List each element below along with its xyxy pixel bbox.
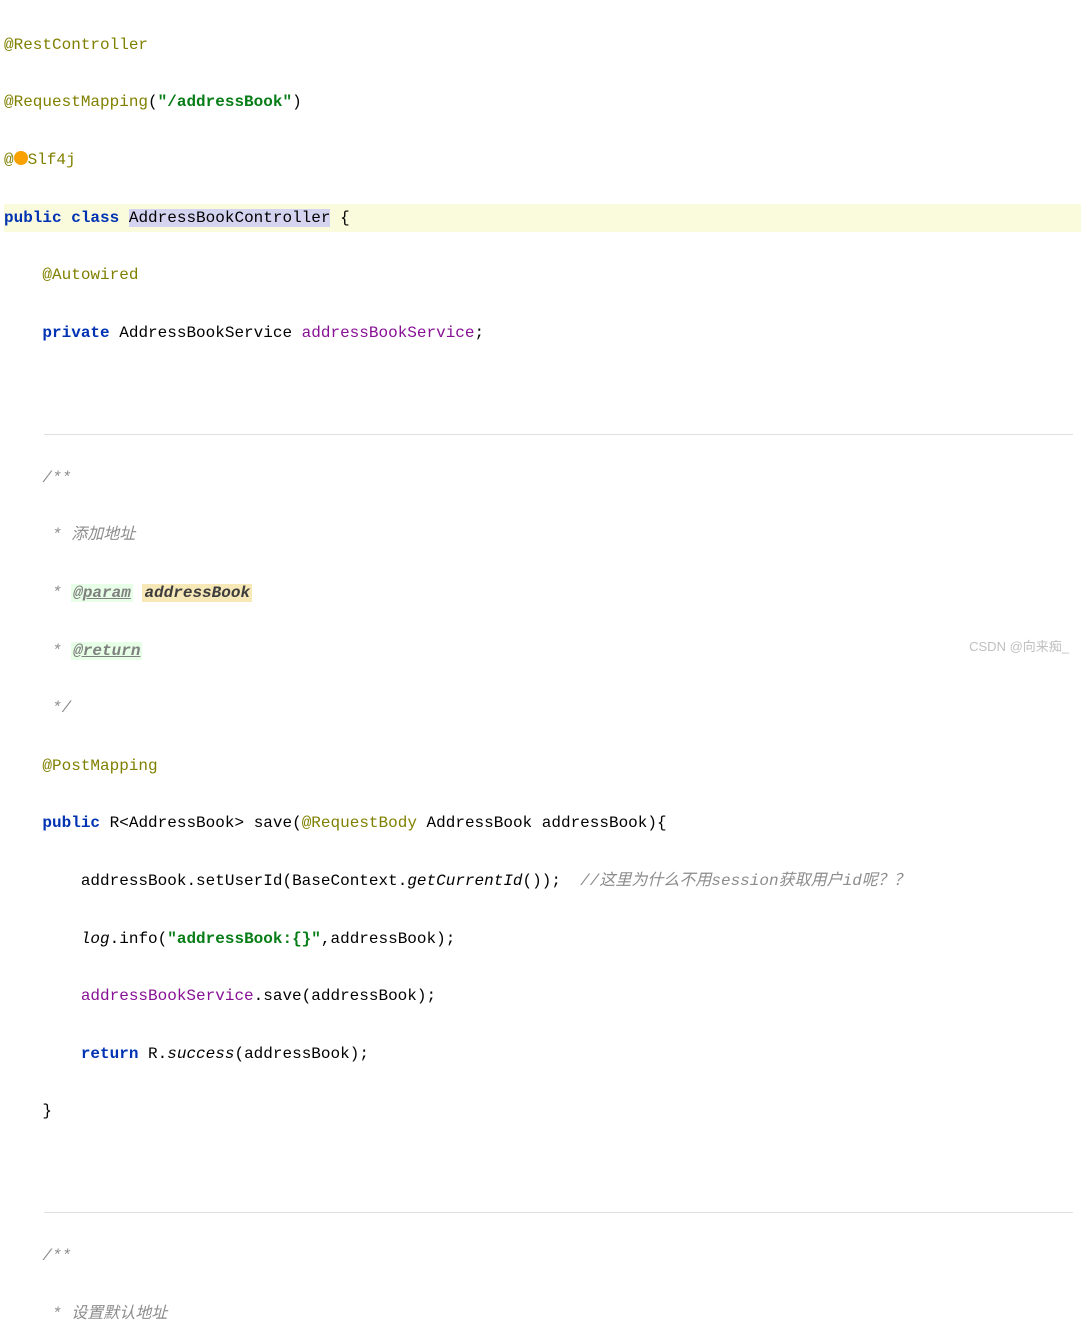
code-line: * @param addressBook bbox=[4, 579, 1081, 608]
code-line: addressBookService.save(addressBook); bbox=[4, 982, 1081, 1011]
static-method: getCurrentId bbox=[407, 872, 522, 890]
method-separator bbox=[44, 434, 1073, 435]
annotation-restcontroller: @RestController bbox=[4, 36, 148, 54]
code-line: public R<AddressBook> save(@RequestBody … bbox=[4, 809, 1081, 838]
warning-icon[interactable] bbox=[14, 151, 28, 165]
annotation-requestmapping: @RequestMapping bbox=[4, 93, 148, 111]
code-line: @Slf4j bbox=[4, 146, 1081, 175]
doc-comment: * 添加地址 bbox=[42, 526, 135, 544]
line-comment: //这里为什么不用session获取用户id呢？？ bbox=[580, 872, 910, 890]
keyword-return: return bbox=[81, 1045, 139, 1063]
code-line-current: public class AddressBookController { bbox=[4, 204, 1081, 233]
field-name: addressBookService bbox=[302, 324, 475, 342]
keyword-private: private bbox=[42, 324, 109, 342]
code-line: return R.success(addressBook); bbox=[4, 1040, 1081, 1069]
doc-param-name: addressBook bbox=[142, 584, 252, 602]
code-line: /** bbox=[4, 1242, 1081, 1271]
field-ref: addressBookService bbox=[81, 987, 254, 1005]
doc-tag-return: @return bbox=[71, 642, 142, 660]
string-literal: "addressBook:{}" bbox=[167, 930, 321, 948]
keyword-public: public bbox=[4, 209, 62, 227]
watermark: CSDN @向来痴_ bbox=[969, 635, 1069, 658]
code-line: @Autowired bbox=[4, 261, 1081, 290]
code-editor[interactable]: @RestController @RequestMapping("/addres… bbox=[0, 0, 1081, 1328]
code-line: @RestController bbox=[4, 31, 1081, 60]
code-line: } bbox=[4, 1097, 1081, 1126]
annotation-postmapping: @PostMapping bbox=[42, 757, 157, 775]
code-line: @PostMapping bbox=[4, 752, 1081, 781]
annotation-autowired: @Autowired bbox=[42, 266, 138, 284]
class-name: AddressBookController bbox=[129, 209, 331, 227]
code-line: addressBook.setUserId(BaseContext.getCur… bbox=[4, 867, 1081, 896]
code-line: * 添加地址 bbox=[4, 521, 1081, 550]
method-save: save bbox=[254, 814, 292, 832]
string-literal: "/addressBook" bbox=[158, 93, 292, 111]
doc-comment: * 设置默认地址 bbox=[42, 1305, 167, 1323]
code-line-blank bbox=[4, 376, 1081, 405]
doc-comment-close: */ bbox=[42, 699, 71, 717]
code-line: private AddressBookService addressBookSe… bbox=[4, 319, 1081, 348]
code-line: * 设置默认地址 bbox=[4, 1300, 1081, 1328]
method-separator bbox=[44, 1212, 1073, 1213]
type-name: AddressBookService bbox=[119, 324, 292, 342]
code-line: @RequestMapping("/addressBook") bbox=[4, 88, 1081, 117]
code-line: /** bbox=[4, 464, 1081, 493]
doc-tag-param: @param bbox=[71, 584, 133, 602]
code-line: log.info("addressBook:{}",addressBook); bbox=[4, 925, 1081, 954]
log-field: log bbox=[81, 930, 110, 948]
keyword-class: class bbox=[71, 209, 119, 227]
doc-comment-open: /** bbox=[42, 1247, 71, 1265]
annotation-slf4j: Slf4j bbox=[28, 151, 76, 169]
doc-comment-open: /** bbox=[42, 469, 71, 487]
annotation-requestbody: @RequestBody bbox=[302, 814, 417, 832]
code-line-blank bbox=[4, 1155, 1081, 1184]
code-line: * @return bbox=[4, 637, 1081, 666]
code-line: */ bbox=[4, 694, 1081, 723]
static-method: success bbox=[167, 1045, 234, 1063]
